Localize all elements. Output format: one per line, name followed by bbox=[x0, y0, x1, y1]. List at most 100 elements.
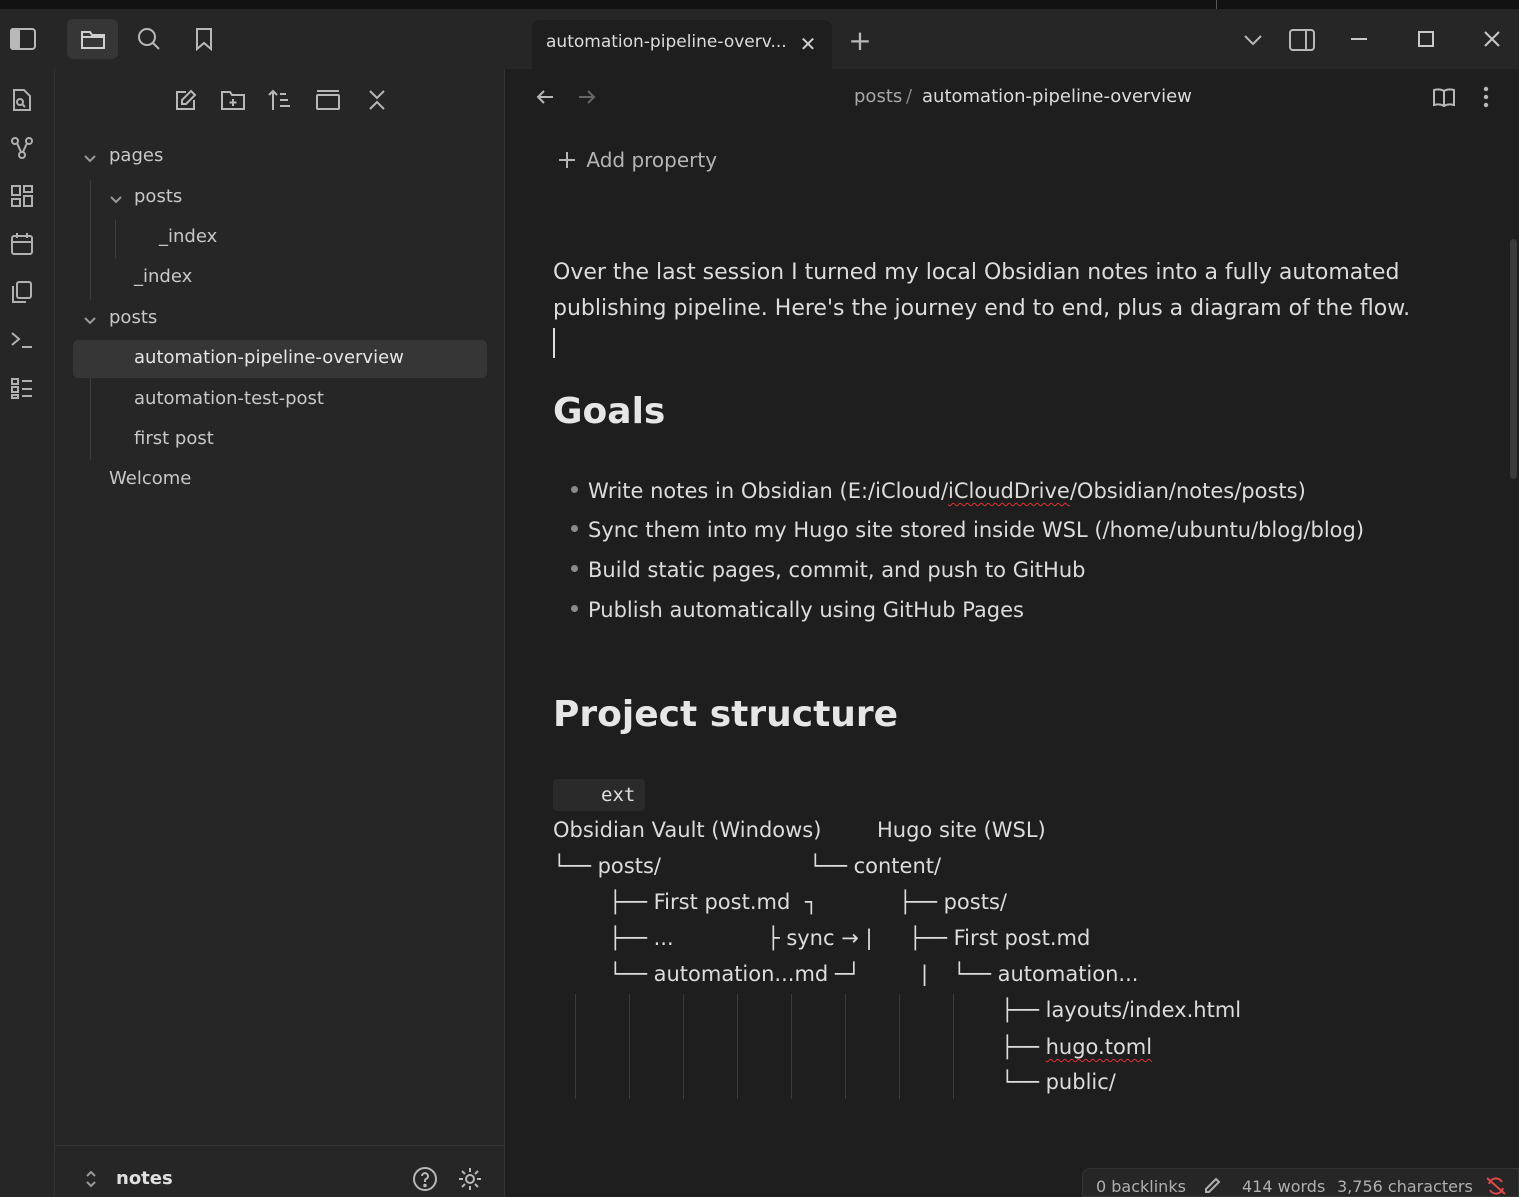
new-tab-icon[interactable]: + bbox=[846, 24, 874, 57]
diagram-vault-title[interactable]: Obsidian Vault (Windows) bbox=[553, 818, 821, 842]
indent-guide bbox=[575, 994, 576, 1099]
backlinks-count[interactable]: 0 backlinks bbox=[1096, 1177, 1186, 1196]
change-sort-order-icon[interactable] bbox=[265, 85, 295, 115]
search-icon[interactable] bbox=[133, 21, 165, 57]
diagram-line[interactable]: ├── posts/ bbox=[899, 890, 1007, 914]
add-property-label: Add property bbox=[586, 148, 718, 172]
plus-icon bbox=[558, 150, 580, 174]
diagram-line[interactable]: ├ sync → | bbox=[767, 926, 873, 950]
folder-expanded-chevron-icon[interactable] bbox=[83, 311, 97, 330]
character-count: 3,756 characters bbox=[1337, 1177, 1473, 1196]
tree-guide bbox=[90, 180, 91, 300]
text-cursor bbox=[553, 328, 555, 358]
list-item[interactable]: Sync them into my Hugo site stored insid… bbox=[571, 518, 1364, 542]
indent-guide bbox=[629, 994, 630, 1099]
list-layout-icon[interactable] bbox=[8, 373, 36, 403]
editing-mode-pencil-icon[interactable] bbox=[1201, 1175, 1223, 1197]
add-property-button[interactable]: Add property bbox=[558, 148, 717, 174]
title-bar: automation-pipeline-overv... ✕ + bbox=[0, 9, 1519, 69]
folder-expanded-chevron-icon[interactable] bbox=[83, 149, 97, 168]
heading-project-structure[interactable]: Project structure bbox=[553, 694, 898, 735]
editor-pane: posts / automation-pipeline-overview Add… bbox=[505, 69, 1519, 1197]
toggle-right-sidebar-icon[interactable] bbox=[1285, 23, 1319, 57]
help-icon[interactable] bbox=[410, 1164, 440, 1194]
graph-view-icon[interactable] bbox=[8, 133, 36, 163]
diagram-line[interactable]: ├── First post.md bbox=[609, 890, 790, 914]
maximize-window-icon[interactable] bbox=[1410, 23, 1442, 55]
breadcrumb-note-title[interactable]: automation-pipeline-overview bbox=[922, 86, 1192, 107]
settings-gear-icon[interactable] bbox=[455, 1164, 485, 1194]
misspelled-word: hugo.toml bbox=[1045, 1035, 1153, 1059]
file-pages-index[interactable]: _index bbox=[134, 266, 192, 287]
diagram-line[interactable]: ├── First post.md bbox=[909, 926, 1090, 950]
folder-pages-posts[interactable]: posts bbox=[134, 186, 182, 207]
indent-guide bbox=[737, 994, 738, 1099]
bullet-dot bbox=[571, 604, 578, 612]
tab-list-chevron-icon[interactable] bbox=[1238, 25, 1268, 55]
list-item[interactable]: Write notes in Obsidian (E:/iCloud/iClou… bbox=[571, 479, 1306, 503]
intro-paragraph[interactable]: Over the last session I turned my local … bbox=[553, 255, 1453, 327]
editor-scrollbar-thumb[interactable] bbox=[1510, 239, 1517, 479]
auto-reveal-file-icon[interactable] bbox=[313, 85, 343, 115]
inline-code-chip[interactable]: ext bbox=[553, 779, 645, 811]
vault-name[interactable]: notes bbox=[116, 1168, 173, 1189]
bookmarks-icon[interactable] bbox=[189, 21, 219, 57]
new-note-icon[interactable] bbox=[171, 85, 201, 115]
bullet-dot bbox=[571, 524, 578, 532]
more-options-icon[interactable] bbox=[1475, 83, 1497, 111]
strip-divider bbox=[1216, 0, 1217, 9]
bullet-dot bbox=[571, 485, 578, 493]
daily-note-calendar-icon[interactable] bbox=[8, 229, 36, 259]
diagram-line[interactable]: └── automation...md ─┘ bbox=[609, 962, 860, 986]
breadcrumb-folder[interactable]: posts bbox=[854, 86, 902, 107]
tab-title: automation-pipeline-overv... bbox=[546, 32, 786, 52]
vault-switcher-bar: notes bbox=[55, 1145, 505, 1197]
file-first-post[interactable]: first post bbox=[134, 428, 214, 449]
collapse-all-icon[interactable] bbox=[362, 85, 392, 115]
diagram-line[interactable]: └── automation... bbox=[953, 962, 1138, 986]
canvas-icon[interactable] bbox=[8, 181, 36, 211]
open-quick-switcher-icon[interactable] bbox=[8, 85, 36, 115]
close-window-icon[interactable] bbox=[1476, 23, 1508, 55]
folder-pages[interactable]: pages bbox=[109, 145, 163, 166]
file-welcome[interactable]: Welcome bbox=[109, 468, 191, 489]
folder-posts[interactable]: posts bbox=[109, 307, 157, 328]
diagram-line[interactable]: ├── layouts/index.html bbox=[1001, 998, 1241, 1022]
file-automation-pipeline-overview[interactable]: automation-pipeline-overview bbox=[73, 340, 487, 378]
left-ribbon bbox=[0, 69, 55, 1197]
forward-arrow-icon[interactable] bbox=[575, 84, 599, 110]
back-arrow-icon[interactable] bbox=[533, 84, 557, 110]
sync-error-icon[interactable] bbox=[1483, 1175, 1509, 1197]
new-folder-icon[interactable] bbox=[218, 85, 248, 115]
heading-goals[interactable]: Goals bbox=[553, 391, 665, 432]
diagram-line[interactable]: └── public/ bbox=[1001, 1070, 1116, 1094]
diagram-line[interactable]: ├── hugo.toml bbox=[1001, 1035, 1152, 1059]
list-item[interactable]: Build static pages, commit, and push to … bbox=[571, 558, 1085, 582]
templates-copy-icon[interactable] bbox=[8, 277, 36, 307]
diagram-line[interactable]: └── content/ bbox=[809, 854, 941, 878]
files-tab-icon[interactable] bbox=[67, 19, 118, 59]
window-top-strip bbox=[0, 0, 1519, 9]
toggle-left-sidebar-icon[interactable] bbox=[6, 21, 40, 57]
minimize-window-icon[interactable] bbox=[1344, 23, 1374, 55]
command-palette-terminal-icon[interactable] bbox=[8, 325, 36, 355]
file-automation-test-post[interactable]: automation-test-post bbox=[134, 388, 324, 409]
diagram-site-title[interactable]: Hugo site (WSL) bbox=[877, 818, 1046, 842]
file-pages-posts-index[interactable]: _index bbox=[159, 226, 217, 247]
status-bar: 0 backlinks 414 words 3,756 characters bbox=[1082, 1168, 1519, 1197]
file-explorer-sidebar: pages posts _index _index posts automati… bbox=[55, 69, 505, 1197]
indent-guide bbox=[791, 994, 792, 1099]
diagram-line[interactable]: | bbox=[921, 962, 928, 986]
diagram-line[interactable]: └── posts/ bbox=[553, 854, 661, 878]
indent-guide bbox=[683, 994, 684, 1099]
indent-guide bbox=[899, 994, 900, 1099]
list-item[interactable]: Publish automatically using GitHub Pages bbox=[571, 598, 1024, 622]
diagram-line[interactable]: ├── ... bbox=[609, 926, 674, 950]
close-tab-icon[interactable]: ✕ bbox=[796, 32, 820, 56]
folder-expanded-chevron-icon[interactable] bbox=[109, 190, 123, 209]
vault-switch-chevrons-icon[interactable] bbox=[81, 1167, 101, 1191]
reading-view-book-icon[interactable] bbox=[1430, 83, 1458, 111]
misspelled-word: iCloudDrive bbox=[948, 479, 1070, 503]
diagram-line[interactable]: ┐ bbox=[805, 890, 818, 914]
tab-automation-pipeline-overview[interactable]: automation-pipeline-overv... ✕ bbox=[532, 20, 832, 69]
